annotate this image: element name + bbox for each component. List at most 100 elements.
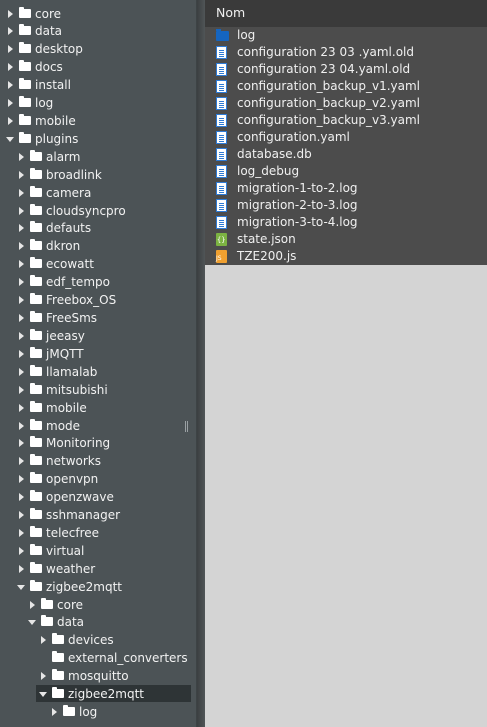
tree-item-mosquitto[interactable]: mosquitto — [0, 667, 196, 685]
tree-item-zigbee2mqtt-data[interactable]: data — [0, 613, 196, 631]
chevron-right-icon[interactable] — [18, 255, 26, 273]
chevron-right-icon[interactable] — [29, 596, 37, 614]
tree-item-broadlink[interactable]: broadlink — [0, 166, 196, 184]
chevron-right-icon[interactable] — [18, 148, 26, 166]
tree-item-docs[interactable]: docs — [0, 58, 196, 76]
tree-item-mitsubishi[interactable]: mitsubishi — [0, 381, 196, 399]
tree-item-freebox-os[interactable]: Freebox_OS — [0, 291, 196, 309]
tree-item-mode[interactable]: mode — [0, 417, 196, 435]
tree-item-defauts[interactable]: defauts — [0, 219, 196, 237]
file-row[interactable]: migration-3-to-4.log — [205, 214, 487, 231]
tree-item-label: devices — [68, 633, 114, 647]
chevron-right-icon[interactable] — [18, 363, 26, 381]
chevron-right-icon[interactable] — [7, 5, 15, 23]
tree-item-monitoring[interactable]: Monitoring — [0, 434, 196, 452]
tree-item-dkron[interactable]: dkron — [0, 237, 196, 255]
tree-item-log[interactable]: log — [0, 94, 196, 112]
tree-item-zigbee2mqtt-data-selected[interactable]: zigbee2mqtt — [0, 685, 196, 703]
tree-item-sshmanager[interactable]: sshmanager — [0, 506, 196, 524]
chevron-right-icon[interactable] — [18, 452, 26, 470]
tree-item-jeeasy[interactable]: jeeasy — [0, 327, 196, 345]
file-row[interactable]: TZE200.js — [205, 248, 487, 267]
chevron-right-icon[interactable] — [18, 327, 26, 345]
resize-handle[interactable] — [185, 421, 188, 432]
chevron-down-icon[interactable] — [39, 685, 47, 703]
file-row-log[interactable]: log — [205, 27, 487, 44]
chevron-down-icon[interactable] — [6, 130, 14, 148]
chevron-right-icon[interactable] — [18, 166, 26, 184]
tree-item-camera[interactable]: camera — [0, 184, 196, 202]
chevron-right-icon[interactable] — [7, 22, 15, 40]
tree-item-devices[interactable]: devices — [0, 631, 196, 649]
tree-item-openvpn[interactable]: openvpn — [0, 470, 196, 488]
tree-item-external-converters[interactable]: external_converters — [0, 649, 196, 667]
tree-item-plugins[interactable]: plugins — [0, 130, 196, 148]
chevron-right-icon[interactable] — [18, 417, 26, 435]
chevron-right-icon[interactable] — [18, 488, 26, 506]
chevron-down-icon[interactable] — [17, 578, 25, 596]
tree-item-telecfree[interactable]: telecfree — [0, 524, 196, 542]
column-header-name[interactable]: Nom — [205, 0, 487, 27]
chevron-right-icon[interactable] — [18, 524, 26, 542]
tree-item-zigbee2mqtt-log[interactable]: log — [0, 703, 196, 721]
chevron-down-icon[interactable] — [28, 613, 36, 631]
tree-item-cloudsyncpro[interactable]: cloudsyncpro — [0, 202, 196, 220]
chevron-right-icon[interactable] — [7, 112, 15, 130]
chevron-right-icon[interactable] — [18, 273, 26, 291]
chevron-right-icon[interactable] — [18, 470, 26, 488]
chevron-right-icon[interactable] — [18, 291, 26, 309]
chevron-right-icon[interactable] — [18, 542, 26, 560]
chevron-right-icon[interactable] — [18, 202, 26, 220]
file-row[interactable]: migration-1-to-2.log — [205, 180, 487, 197]
chevron-right-icon[interactable] — [18, 506, 26, 524]
tree-item-label: log — [79, 705, 98, 719]
tree-item-virtual[interactable]: virtual — [0, 542, 196, 560]
chevron-right-icon[interactable] — [7, 58, 15, 76]
tree-item-desktop[interactable]: desktop — [0, 40, 196, 58]
tree-item-mobile[interactable]: mobile — [0, 112, 196, 130]
file-row[interactable]: database.db — [205, 146, 487, 163]
chevron-right-icon[interactable] — [40, 667, 48, 685]
chevron-right-icon[interactable] — [40, 631, 48, 649]
tree-item-zigbee2mqtt-core[interactable]: core — [0, 596, 196, 614]
file-row[interactable]: migration-2-to-3.log — [205, 197, 487, 214]
tree-item-label: openvpn — [46, 472, 99, 486]
file-row[interactable]: log_debug — [205, 163, 487, 180]
tree-item-data[interactable]: data — [0, 22, 196, 40]
tree-item-zigbee2mqtt[interactable]: zigbee2mqtt — [0, 578, 196, 596]
tree-item-install[interactable]: install — [0, 76, 196, 94]
chevron-right-icon[interactable] — [7, 76, 15, 94]
file-row[interactable]: configuration_backup_v2.yaml — [205, 95, 487, 112]
chevron-right-icon[interactable] — [18, 237, 26, 255]
file-row[interactable]: state.json — [205, 231, 487, 249]
chevron-right-icon[interactable] — [18, 381, 26, 399]
file-row[interactable]: configuration.yaml — [205, 129, 487, 146]
file-row[interactable]: configuration_backup_v1.yaml — [205, 78, 487, 95]
tree-item-alarm[interactable]: alarm — [0, 148, 196, 166]
tree-item-freesms[interactable]: FreeSms — [0, 309, 196, 327]
file-row[interactable]: configuration 23 03 .yaml.old — [205, 44, 487, 61]
tree-item-core[interactable]: core — [0, 5, 196, 23]
folder-icon — [30, 526, 42, 537]
tree-item-mobile-plugin[interactable]: mobile — [0, 399, 196, 417]
tree-item-weather[interactable]: weather — [0, 560, 196, 578]
chevron-right-icon[interactable] — [18, 309, 26, 327]
chevron-right-icon[interactable] — [18, 560, 26, 578]
chevron-right-icon[interactable] — [18, 184, 26, 202]
chevron-right-icon[interactable] — [18, 345, 26, 363]
tree-item-networks[interactable]: networks — [0, 452, 196, 470]
file-row[interactable]: configuration 23 04.yaml.old — [205, 61, 487, 78]
chevron-right-icon[interactable] — [7, 94, 15, 112]
chevron-right-icon[interactable] — [18, 434, 26, 452]
file-row[interactable]: configuration_backup_v3.yaml — [205, 112, 487, 129]
chevron-right-icon[interactable] — [18, 399, 26, 417]
tree-item-ecowatt[interactable]: ecowatt — [0, 255, 196, 273]
chevron-right-icon[interactable] — [51, 703, 59, 721]
tree-item-edf-tempo[interactable]: edf_tempo — [0, 273, 196, 291]
chevron-right-icon[interactable] — [7, 40, 15, 58]
tree-item-label: dkron — [46, 239, 81, 253]
tree-item-jmqtt[interactable]: jMQTT — [0, 345, 196, 363]
tree-item-llamalab[interactable]: llamalab — [0, 363, 196, 381]
tree-item-openzwave[interactable]: openzwave — [0, 488, 196, 506]
chevron-right-icon[interactable] — [18, 219, 26, 237]
